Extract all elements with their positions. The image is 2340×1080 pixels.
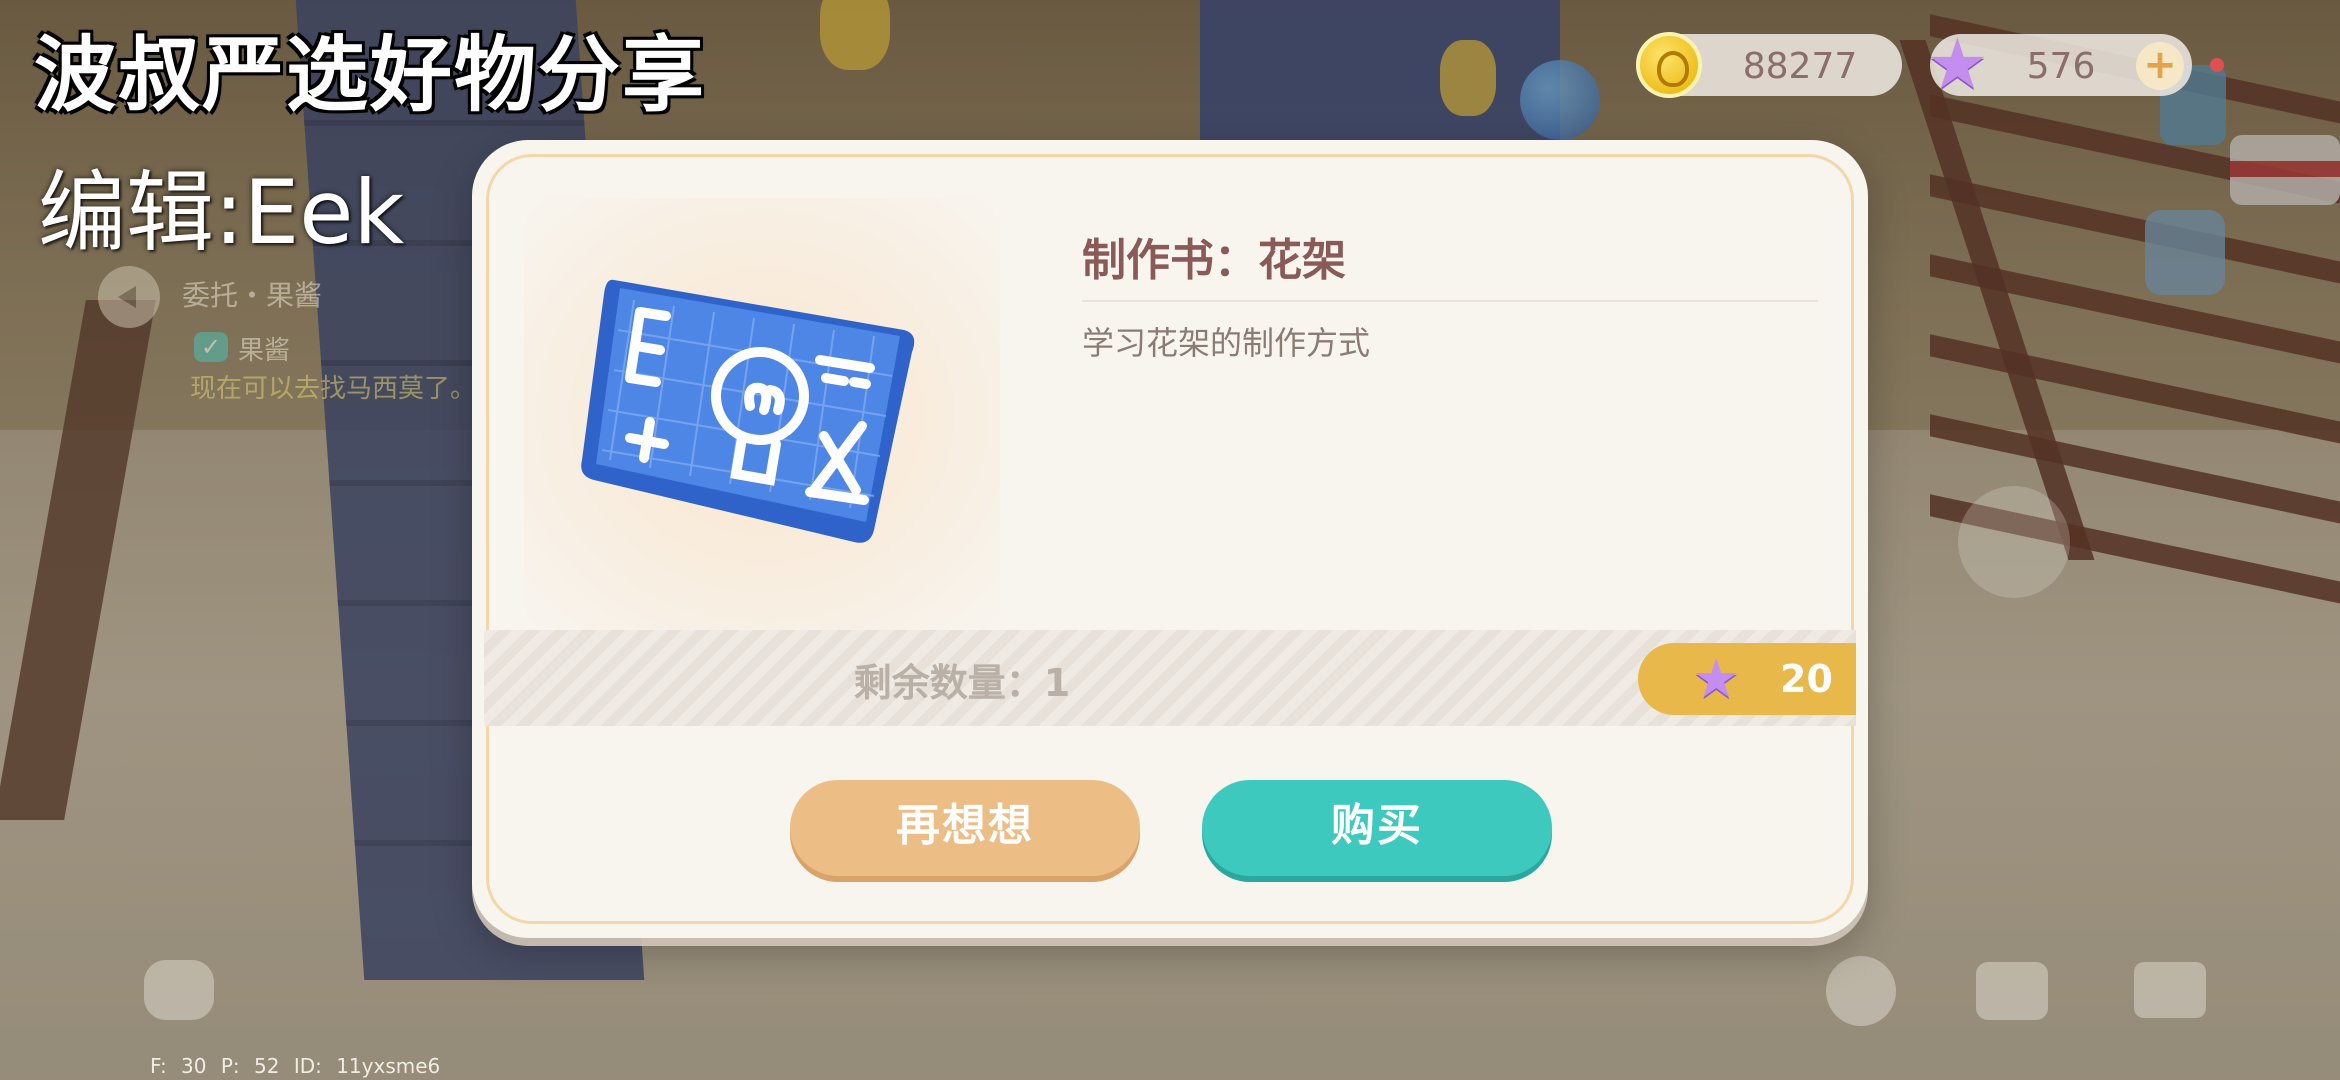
gold-coin-counter[interactable]: 88277 [1636,32,1902,98]
item-title: 制作书：花架 [1082,235,1346,286]
toolbox-icon[interactable] [2134,962,2206,1018]
blueprint-icon [581,279,915,543]
gold-amount: 88277 [1742,46,1858,87]
quest-description: 现在可以去找马西莫了。 [190,374,477,404]
quest-subtask: 果酱 [238,336,291,366]
price-tag: ★ 20 [1638,643,1856,715]
item-preview [524,198,1000,634]
camera-icon[interactable] [1976,962,2048,1020]
star-currency-counter[interactable]: ★ 576 + [1926,24,2192,104]
star-icon: ★ [1692,647,1741,710]
purchase-dialog: 制作书：花架 学习花架的制作方式 剩余数量：1 ★ 20 再想想 购买 [472,140,1868,938]
buy-button[interactable]: 购买 [1202,780,1552,876]
remaining-quantity: 剩余数量：1 [853,661,1071,705]
checkmark-icon: ✓ [194,332,228,362]
notification-dot [2210,58,2224,72]
star-amount: 576 [2026,46,2096,87]
quest-title: 委托・果酱 [182,279,323,312]
title-divider [1082,300,1818,302]
quest-collapse-icon[interactable] [98,266,160,328]
coin-icon [1636,32,1702,98]
star-icon: ★ [1926,23,1989,105]
debug-info: F: 30 P: 52 ID: 11yxsme6 [150,1054,441,1078]
price-value: 20 [1780,657,1833,701]
jump-button[interactable] [1958,486,2070,598]
editor-caption: 编辑:Eek [38,161,405,264]
add-stars-button[interactable]: + [2136,42,2184,90]
reconsider-button[interactable]: 再想想 [790,780,1140,876]
chat-icon[interactable] [144,960,214,1020]
emote-icon[interactable] [1826,956,1896,1026]
video-title-caption: 波叔严选好物分享 [34,28,707,123]
item-description: 学习花架的制作方式 [1082,324,1371,362]
